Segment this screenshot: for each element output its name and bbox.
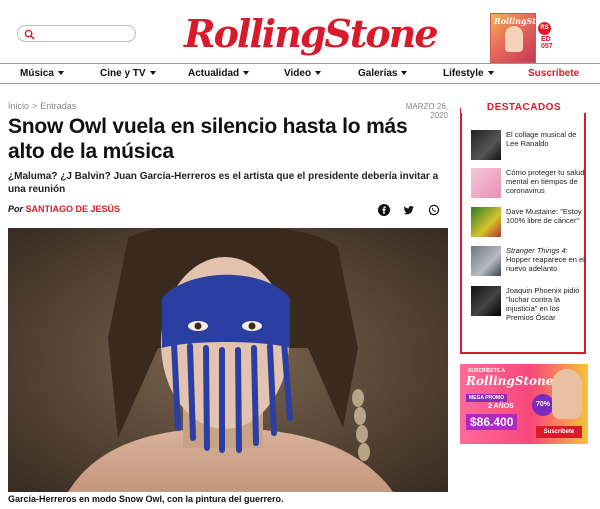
featured-heading: DESTACADOS	[461, 102, 587, 116]
breadcrumb-home[interactable]: Inicio	[8, 101, 29, 111]
twitter-icon[interactable]	[403, 204, 415, 216]
featured-item-title: Stranger Things 4: Hopper reaparece en e…	[506, 246, 586, 273]
nav-label: Video	[284, 68, 312, 79]
nav-item-actualidad[interactable]: Actualidad	[188, 64, 250, 83]
site-header: RollingStone RollingStone RS ED 057	[0, 0, 600, 64]
featured-item-title: Dave Mustaine: "Estoy 100% libre de cánc…	[506, 207, 582, 225]
chevron-down-icon	[401, 71, 408, 76]
issue-label: ED 057	[541, 36, 553, 50]
nav-item-galerias[interactable]: Galerías	[358, 64, 408, 83]
breadcrumb-section[interactable]: Entradas	[40, 101, 76, 111]
main-nav: Música Cine y TV Actualidad Video Galerí…	[0, 63, 600, 84]
facebook-icon[interactable]	[378, 204, 390, 216]
chevron-down-icon	[487, 71, 494, 76]
photo-caption: García-Herreros en modo Snow Owl, con la…	[8, 494, 284, 504]
nav-label: Actualidad	[188, 68, 240, 79]
nav-subscribe-link[interactable]: Suscríbete	[528, 64, 579, 83]
nav-item-musica[interactable]: Música	[20, 64, 64, 83]
featured-item[interactable]: Joaquin Phoenix pidió "luchar contra la …	[471, 286, 591, 322]
nav-item-video[interactable]: Video	[284, 64, 322, 83]
ad-promo-label: MEGA PROMO	[466, 394, 508, 402]
ad-brand: RollingStone	[466, 374, 554, 388]
nav-label: Galerías	[358, 68, 398, 79]
featured-item[interactable]: El collage musical de Lee Ranaldo	[471, 130, 591, 164]
chevron-down-icon	[243, 71, 250, 76]
whatsapp-icon[interactable]	[428, 204, 440, 216]
ad-cover-photo	[552, 369, 582, 419]
issue-badge: RS	[538, 22, 551, 35]
ad-years-label: 2 AÑOS	[488, 403, 514, 410]
ad-discount-badge: 70%	[532, 394, 554, 416]
featured-heading-text: DESTACADOS	[461, 102, 587, 113]
hero-photo-illustration	[8, 228, 448, 492]
featured-thumbnail	[471, 286, 501, 316]
featured-thumbnail	[471, 130, 501, 160]
featured-item-title: El collage musical de Lee Ranaldo	[506, 130, 577, 148]
byline-prefix: Por	[8, 204, 24, 214]
ad-price: $86.400	[466, 414, 518, 430]
search-icon	[24, 29, 35, 40]
featured-thumbnail	[471, 168, 501, 198]
chevron-down-icon	[57, 71, 64, 76]
cover-photo	[505, 26, 523, 52]
article-subtitle: ¿Maluma? ¿J Balvin? Juan García-Herreros…	[8, 171, 439, 195]
featured-item[interactable]: Cómo proteger tu salud mental en tiempos…	[471, 168, 591, 202]
nav-item-lifestyle[interactable]: Lifestyle	[443, 64, 494, 83]
breadcrumb: Inicio > Entradas	[8, 101, 76, 111]
author-link[interactable]: SANTIAGO DE JESÚS	[26, 204, 121, 214]
nav-item-cine-tv[interactable]: Cine y TV	[100, 64, 156, 83]
ad-subscribe-button[interactable]: Suscríbete	[536, 426, 582, 438]
chevron-down-icon	[149, 71, 156, 76]
search-input[interactable]	[18, 29, 135, 44]
chevron-down-icon	[315, 71, 322, 76]
nav-label: Música	[20, 68, 54, 79]
featured-thumbnail	[471, 246, 501, 276]
byline: Por SANTIAGO DE JESÚS	[8, 204, 120, 214]
featured-thumbnail	[471, 207, 501, 237]
hero-photo	[8, 228, 448, 492]
search-box[interactable]	[17, 25, 136, 44]
magazine-cover[interactable]: RollingStone	[490, 13, 552, 63]
featured-item[interactable]: Stranger Things 4: Hopper reaparece en e…	[471, 246, 591, 280]
nav-label: Lifestyle	[443, 68, 484, 79]
site-logo[interactable]: RollingStone	[184, 10, 439, 58]
featured-item-title: Cómo proteger tu salud mental en tiempos…	[506, 168, 585, 195]
featured-item[interactable]: Dave Mustaine: "Estoy 100% libre de cánc…	[471, 207, 591, 241]
featured-item-title: Joaquin Phoenix pidió "luchar contra la …	[506, 286, 580, 322]
article-title: Snow Owl vuela en silencio hasta lo más …	[8, 115, 408, 163]
nav-label: Cine y TV	[100, 68, 146, 79]
featured-item-title-italic: Stranger Things 4	[506, 246, 566, 255]
breadcrumb-separator: >	[32, 101, 38, 111]
subscription-ad[interactable]: SUSCRÍBETE A RollingStone MEGA PROMO 2 A…	[460, 364, 588, 444]
